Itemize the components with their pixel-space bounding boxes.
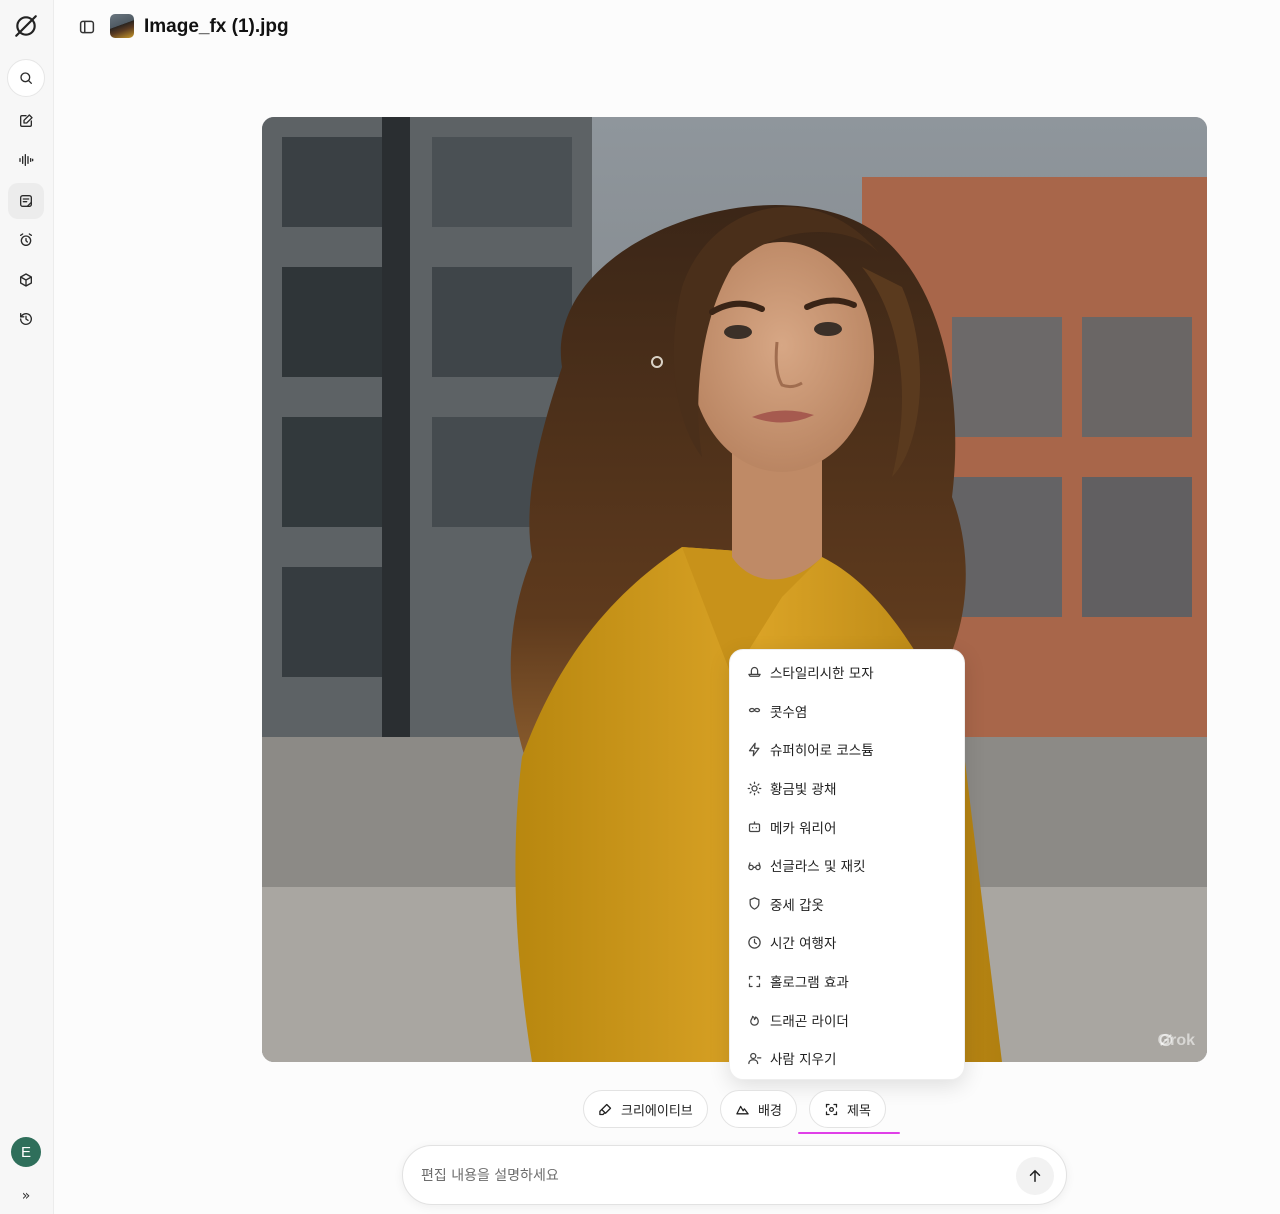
expand-sidebar-icon[interactable]: »: [14, 1186, 38, 1206]
user-avatar[interactable]: E: [11, 1137, 41, 1167]
imagine-button[interactable]: [8, 183, 44, 219]
page-title: Image_fx (1).jpg: [144, 16, 289, 37]
menu-item-label: 홀로그램 효과: [770, 975, 849, 992]
subject-chip[interactable]: 제목: [809, 1090, 886, 1128]
menu-item-label: 슈퍼히어로 코스튬: [770, 743, 874, 760]
glasses-icon: [746, 857, 762, 873]
focus-frame-icon: [825, 1103, 838, 1115]
sidebar-toggle-icon[interactable]: [78, 18, 96, 36]
menu-item-label: 중세 갑옷: [770, 897, 824, 914]
menu-item-dragon-rider[interactable]: 드래곤 라이더: [730, 1000, 964, 1039]
menu-item-label: 드래곤 라이더: [770, 1013, 849, 1030]
voice-button[interactable]: [8, 142, 44, 178]
new-chat-button[interactable]: [8, 103, 44, 139]
edit-description-input[interactable]: [421, 1164, 1001, 1188]
cube-icon: [20, 273, 32, 287]
menu-item-remove-person[interactable]: 사람 지우기: [730, 1039, 964, 1078]
menu-item-sunglasses-jacket[interactable]: 선글라스 및 재킷: [730, 846, 964, 885]
menu-item-time-traveler[interactable]: 시간 여행자: [730, 923, 964, 962]
chip-label: 제목: [847, 1103, 871, 1119]
grok-logo-icon[interactable]: [8, 8, 44, 44]
chip-label: 배경: [758, 1103, 782, 1119]
menu-item-superhero[interactable]: 슈퍼히어로 코스튬: [730, 730, 964, 769]
menu-item-label: 콧수염: [770, 704, 808, 721]
lightning-icon: [746, 741, 762, 757]
search-icon: [20, 72, 32, 84]
menu-item-golden-glow[interactable]: 황금빛 광채: [730, 769, 964, 808]
image-doc-icon: [20, 195, 32, 207]
shield-icon: [746, 896, 762, 912]
menu-item-label: 시간 여행자: [770, 936, 837, 953]
subject-edit-menu: 스타일리시한 모자 콧수염 슈퍼히어로 코스튬 황금빛 광채 메카 워리어 선글…: [729, 649, 965, 1080]
file-thumbnail: [110, 14, 134, 38]
flame-icon: [746, 1012, 762, 1028]
menu-item-hologram[interactable]: 홀로그램 효과: [730, 962, 964, 1001]
edit-icon: [20, 114, 33, 127]
submit-button[interactable]: [1016, 1157, 1054, 1195]
menu-item-medieval-armor[interactable]: 중세 갑옷: [730, 885, 964, 924]
grok-watermark: Grok: [1158, 1032, 1195, 1050]
menu-item-label: 황금빛 광채: [770, 782, 837, 799]
tasks-button[interactable]: [8, 222, 44, 258]
sun-icon: [746, 780, 762, 796]
history-button[interactable]: [8, 301, 44, 337]
menu-item-mustache[interactable]: 콧수염: [730, 692, 964, 731]
history-icon: [20, 313, 32, 325]
menu-item-mecha-warrior[interactable]: 메카 워리어: [730, 807, 964, 846]
brush-icon: [599, 1103, 612, 1115]
waveform-icon: [19, 154, 34, 166]
robot-icon: [746, 819, 762, 835]
chip-label: 크리에이티브: [621, 1103, 693, 1119]
arrow-up-icon: [1029, 1169, 1041, 1182]
hat-icon: [746, 664, 762, 680]
creative-chip[interactable]: 크리에이티브: [583, 1090, 708, 1128]
menu-item-label: 사람 지우기: [770, 1052, 837, 1069]
background-chip[interactable]: 배경: [720, 1090, 797, 1128]
header: Image_fx (1).jpg: [54, 0, 1280, 56]
active-chip-underline: [798, 1132, 900, 1134]
search-button[interactable]: [7, 59, 45, 97]
menu-item-label: 메카 워리어: [770, 820, 837, 837]
mustache-icon: [746, 703, 762, 719]
person-remove-icon: [746, 1050, 762, 1066]
projects-button[interactable]: [8, 262, 44, 298]
alarm-icon: [20, 233, 32, 246]
sidebar: E »: [0, 0, 54, 1214]
menu-item-label: 선글라스 및 재킷: [770, 859, 866, 876]
frame-corners-icon: [746, 973, 762, 989]
menu-item-stylish-hat[interactable]: 스타일리시한 모자: [730, 653, 964, 692]
edit-prompt-box: [402, 1145, 1067, 1205]
mountain-icon: [736, 1105, 749, 1114]
clock-icon: [746, 934, 762, 950]
menu-item-label: 스타일리시한 모자: [770, 666, 874, 683]
